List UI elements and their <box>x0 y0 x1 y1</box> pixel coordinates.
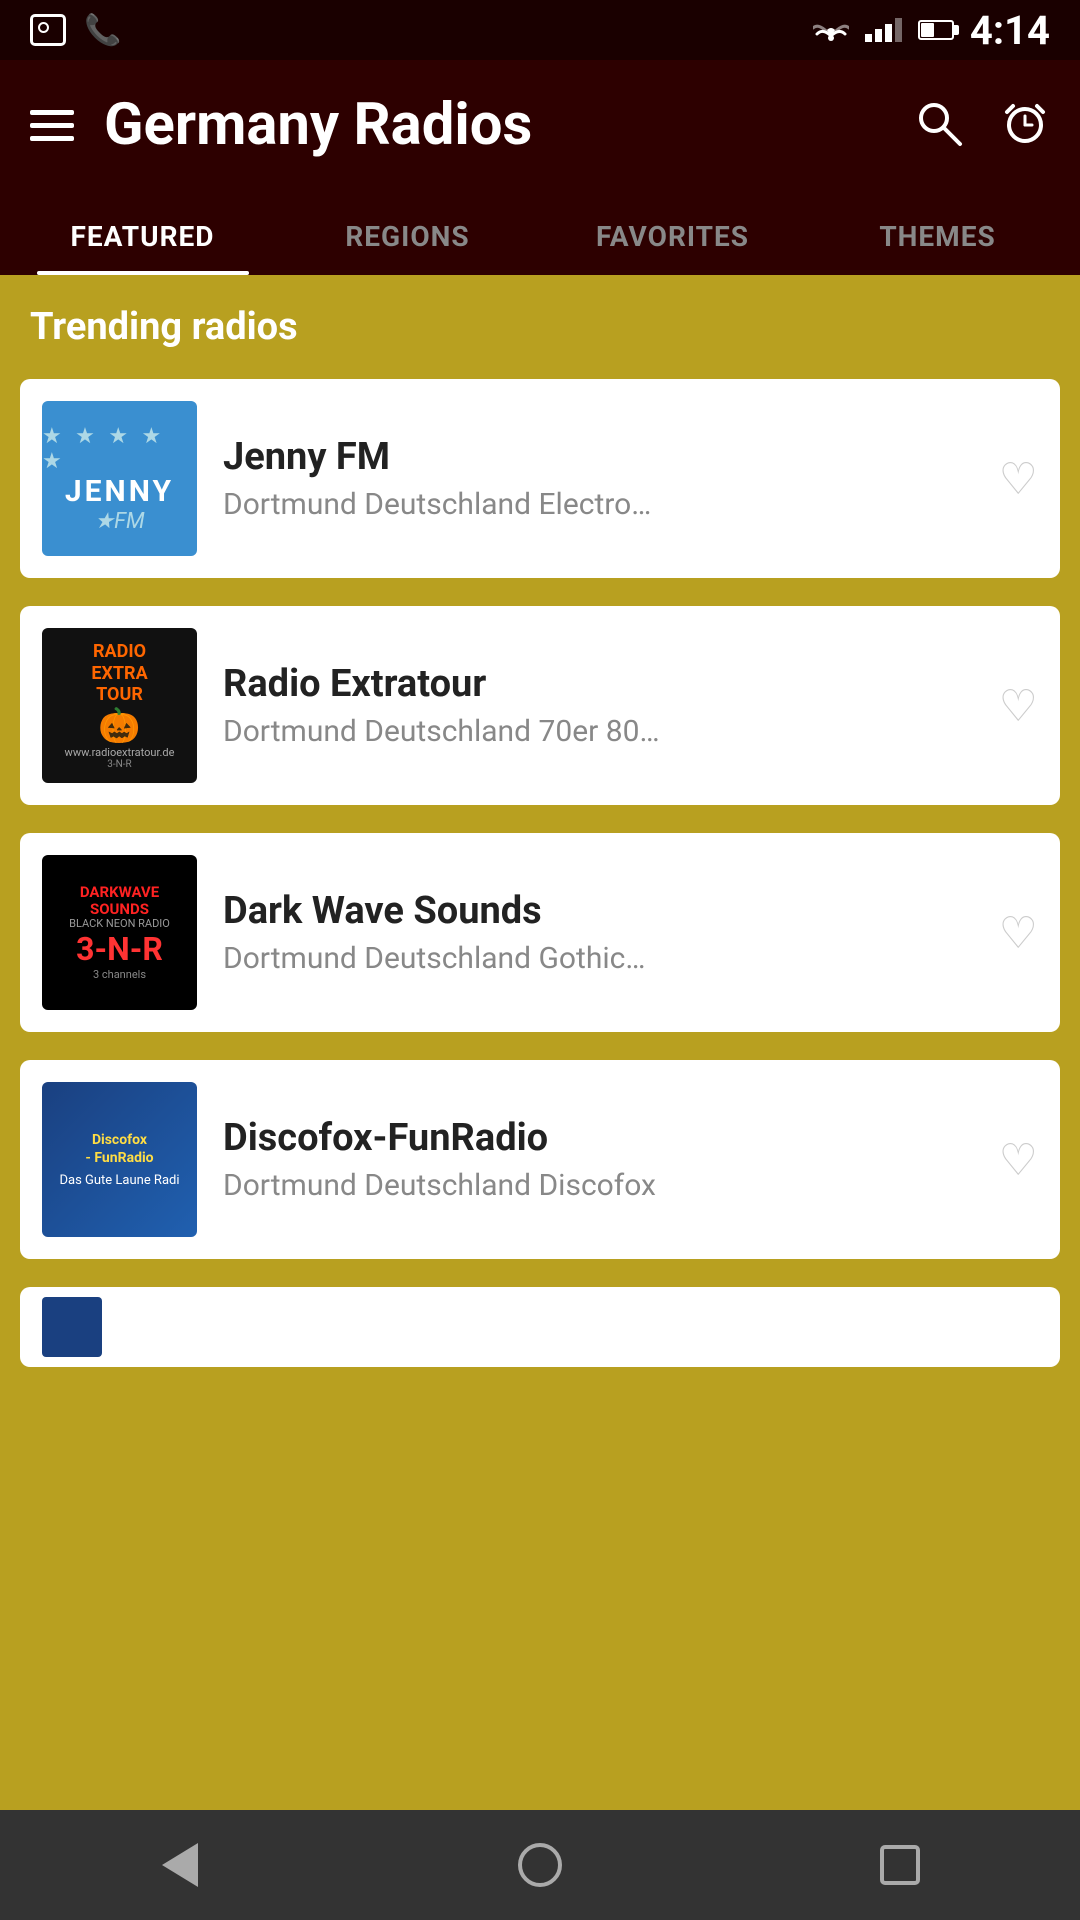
tabs: FEATURED REGIONS FAVORITES THEMES <box>0 190 1080 275</box>
discofox-tags: Dortmund Deutschland Discofox <box>223 1168 973 1203</box>
darkwave-favorite[interactable]: ♡ <box>999 911 1038 955</box>
navigation-bar <box>0 1810 1080 1920</box>
extratour-thumbnail: RADIOEXTRATOUR 🎃 www.radioextratour.de 3… <box>42 628 197 783</box>
alarm-button[interactable] <box>1000 98 1050 152</box>
tab-regions[interactable]: REGIONS <box>275 190 540 275</box>
battery-icon <box>918 20 954 40</box>
radio-card-extratour[interactable]: RADIOEXTRATOUR 🎃 www.radioextratour.de 3… <box>20 606 1060 805</box>
status-time: 4:14 <box>970 7 1050 54</box>
radio-card-partial[interactable] <box>20 1287 1060 1367</box>
tab-featured[interactable]: FEATURED <box>10 190 275 275</box>
app-bar: Germany Radios <box>0 60 1080 190</box>
search-button[interactable] <box>914 98 964 152</box>
tab-themes[interactable]: THEMES <box>805 190 1070 275</box>
signal-icon <box>865 18 902 42</box>
status-bar-left: 📞 <box>30 13 121 48</box>
status-bar-right: 4:14 <box>813 7 1050 54</box>
wifi-icon <box>813 14 849 46</box>
app-bar-actions <box>914 98 1050 152</box>
status-bar: 📞 4:14 <box>0 0 1080 60</box>
extratour-name: Radio Extratour <box>223 662 973 706</box>
section-title: Trending radios <box>20 305 1060 349</box>
discofox-info: Discofox-FunRadio Dortmund Deutschland D… <box>223 1116 973 1203</box>
darkwave-thumbnail: DARKWAVESOUNDS BLACK NEON RADIO 3-N-R 3 … <box>42 855 197 1010</box>
content-area: Trending radios ★ ★ ★ ★ ★ JENNY ★FM Jenn… <box>0 275 1080 1775</box>
extratour-favorite[interactable]: ♡ <box>999 684 1038 728</box>
extratour-info: Radio Extratour Dortmund Deutschland 70e… <box>223 662 973 749</box>
photo-icon <box>30 14 66 46</box>
radio-card-jenny-fm[interactable]: ★ ★ ★ ★ ★ JENNY ★FM Jenny FM Dortmund De… <box>20 379 1060 578</box>
discofox-name: Discofox-FunRadio <box>223 1116 973 1160</box>
extratour-tags: Dortmund Deutschland 70er 80… <box>223 714 973 749</box>
app-title: Germany Radios <box>104 91 914 159</box>
jenny-fm-favorite[interactable]: ♡ <box>999 457 1038 501</box>
menu-button[interactable] <box>30 110 74 141</box>
jenny-fm-thumbnail: ★ ★ ★ ★ ★ JENNY ★FM <box>42 401 197 556</box>
discofox-favorite[interactable]: ♡ <box>999 1138 1038 1182</box>
radio-card-darkwave[interactable]: DARKWAVESOUNDS BLACK NEON RADIO 3-N-R 3 … <box>20 833 1060 1032</box>
home-button[interactable] <box>500 1825 580 1905</box>
recents-button[interactable] <box>860 1825 940 1905</box>
back-button[interactable] <box>140 1825 220 1905</box>
darkwave-name: Dark Wave Sounds <box>223 889 973 933</box>
partial-thumbnail <box>42 1297 102 1357</box>
jenny-fm-name: Jenny FM <box>223 435 973 479</box>
discofox-thumbnail: Discofox- FunRadio Das Gute Laune Radi <box>42 1082 197 1237</box>
tab-favorites[interactable]: FAVORITES <box>540 190 805 275</box>
jenny-fm-info: Jenny FM Dortmund Deutschland Electro… <box>223 435 973 522</box>
phone-icon: 📞 <box>84 13 121 48</box>
darkwave-info: Dark Wave Sounds Dortmund Deutschland Go… <box>223 889 973 976</box>
jenny-fm-tags: Dortmund Deutschland Electro… <box>223 487 973 522</box>
darkwave-tags: Dortmund Deutschland Gothic… <box>223 941 973 976</box>
radio-card-discofox[interactable]: Discofox- FunRadio Das Gute Laune Radi D… <box>20 1060 1060 1259</box>
